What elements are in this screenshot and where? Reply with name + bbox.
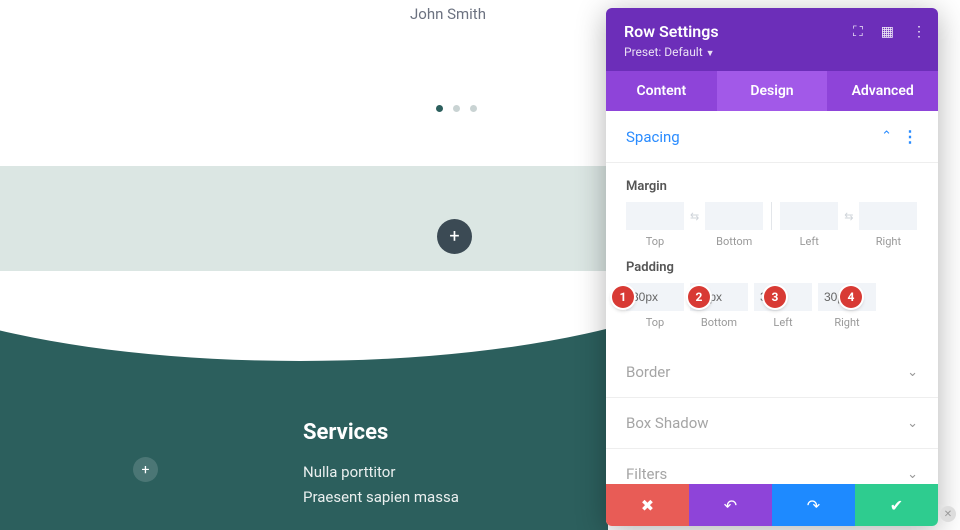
sublabel-right: Right	[876, 235, 901, 248]
section-spacing[interactable]: Spacing ⌃ ⋮	[606, 111, 938, 163]
margin-bottom-input[interactable]	[705, 202, 763, 230]
panel-header[interactable]: Row Settings Preset: Default▼ ⛶ ▦ ⋮	[606, 8, 938, 71]
margin-left-input[interactable]	[780, 202, 838, 230]
link-icon[interactable]: ⇆	[690, 210, 699, 223]
panel-footer: ✖ ↶ ↷ ✔	[606, 484, 938, 526]
section-box-shadow[interactable]: Box Shadow ⌄	[606, 398, 938, 449]
callout-3: 3	[764, 286, 786, 308]
chevron-down-icon: ⌄	[907, 467, 918, 482]
empty-section[interactable]	[0, 166, 608, 271]
author-name: John Smith	[410, 5, 486, 23]
check-icon: ✔	[890, 496, 903, 515]
padding-top-input[interactable]	[626, 283, 684, 311]
panel-tabs: Content Design Advanced	[606, 71, 938, 111]
sublabel-bottom: Bottom	[701, 316, 737, 329]
margin-right-input[interactable]	[859, 202, 917, 230]
close-icon: ✖	[641, 496, 654, 515]
margin-label: Margin	[626, 179, 918, 194]
section-menu-icon[interactable]: ⋮	[902, 127, 918, 146]
drag-icon[interactable]: ▦	[881, 24, 894, 40]
plus-icon: +	[142, 462, 150, 478]
carousel-dot-2[interactable]	[453, 105, 460, 112]
callout-1: 1	[612, 286, 634, 308]
dismiss-icon[interactable]: ✕	[940, 506, 956, 522]
margin-top-input[interactable]	[626, 202, 684, 230]
section-border[interactable]: Border ⌄	[606, 347, 938, 398]
undo-button[interactable]: ↶	[689, 484, 772, 526]
section-filters[interactable]: Filters ⌄	[606, 449, 938, 484]
carousel-dots[interactable]	[436, 105, 477, 112]
preset-selector[interactable]: Preset: Default▼	[624, 45, 920, 59]
padding-label: Padding	[626, 260, 918, 275]
add-module-button[interactable]: +	[133, 457, 158, 482]
callout-4: 4	[840, 286, 862, 308]
spacing-body: Margin Top ⇆ Bottom Left ⇆	[606, 163, 938, 347]
tab-advanced[interactable]: Advanced	[827, 71, 938, 111]
tab-design[interactable]: Design	[717, 71, 828, 111]
plus-icon: +	[449, 226, 459, 247]
add-section-button[interactable]: +	[437, 219, 472, 254]
services-block: Services Nulla porttitor Praesent sapien…	[303, 420, 459, 513]
settings-panel: Row Settings Preset: Default▼ ⛶ ▦ ⋮ Cont…	[606, 8, 938, 526]
service-item[interactable]: Praesent sapien massa	[303, 488, 459, 506]
sublabel-left: Left	[773, 316, 792, 329]
undo-icon: ↶	[724, 496, 737, 515]
chevron-down-icon: ⌄	[907, 416, 918, 431]
menu-icon[interactable]: ⋮	[912, 24, 926, 40]
redo-icon: ↷	[807, 496, 820, 515]
link-icon[interactable]: ⇆	[844, 210, 853, 223]
chevron-down-icon: ▼	[706, 49, 715, 59]
sublabel-top: Top	[646, 235, 664, 248]
expand-icon[interactable]: ⛶	[853, 24, 863, 40]
redo-button[interactable]: ↷	[772, 484, 855, 526]
service-item[interactable]: Nulla porttitor	[303, 463, 459, 481]
carousel-dot-3[interactable]	[470, 105, 477, 112]
carousel-dot-1[interactable]	[436, 105, 443, 112]
save-button[interactable]: ✔	[855, 484, 938, 526]
sublabel-bottom: Bottom	[716, 235, 752, 248]
callout-2: 2	[688, 286, 710, 308]
chevron-up-icon: ⌃	[881, 129, 892, 144]
services-heading: Services	[303, 420, 459, 445]
cancel-button[interactable]: ✖	[606, 484, 689, 526]
tab-content[interactable]: Content	[606, 71, 717, 111]
sublabel-right: Right	[834, 316, 859, 329]
sublabel-left: Left	[800, 235, 819, 248]
chevron-down-icon: ⌄	[907, 365, 918, 380]
sublabel-top: Top	[646, 316, 664, 329]
